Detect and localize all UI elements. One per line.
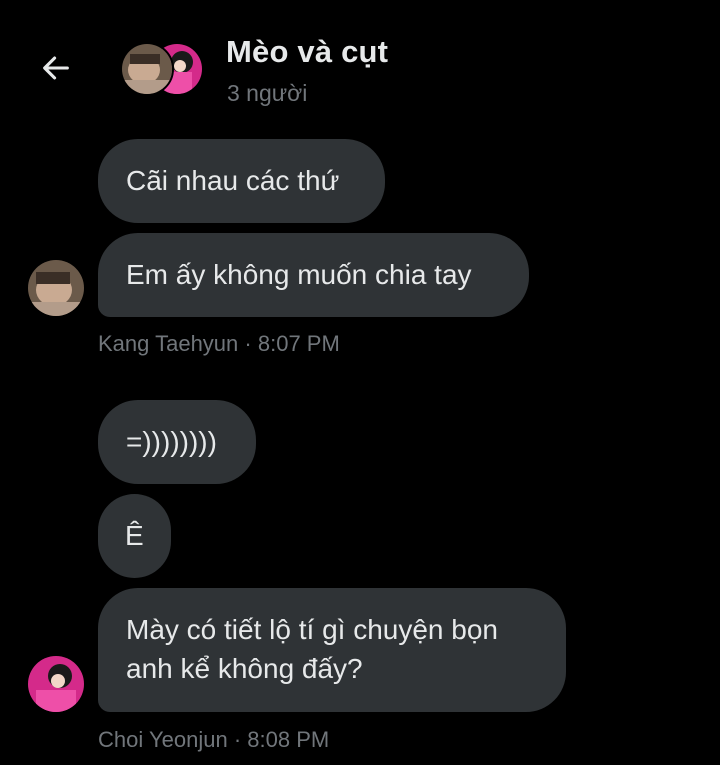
sender-name: Choi Yeonjun xyxy=(98,727,228,752)
message-bubble[interactable]: Em ấy không muốn chia tay xyxy=(98,233,529,317)
member-avatar-photo xyxy=(120,42,174,96)
group-avatar[interactable] xyxy=(120,42,204,96)
message-text: Mày có tiết lộ tí gì chuyện bọn anh kể k… xyxy=(126,614,498,684)
message-meta: Choi Yeonjun · 8:08 PM xyxy=(98,727,329,753)
message-bubble[interactable]: Ê xyxy=(98,494,171,578)
conversation-title[interactable]: Mèo và cụt xyxy=(226,34,388,70)
message-text: =)))))))) xyxy=(126,426,217,457)
message-bubble[interactable]: Mày có tiết lộ tí gì chuyện bọn anh kể k… xyxy=(98,588,566,712)
meta-separator: · xyxy=(233,727,242,752)
message-meta: Kang Taehyun · 8:07 PM xyxy=(98,331,340,357)
arrow-left-icon xyxy=(43,56,69,80)
message-bubble[interactable]: Cãi nhau các thứ xyxy=(98,139,385,223)
message-bubble[interactable]: =)))))))) xyxy=(98,400,256,484)
message-time: 8:07 PM xyxy=(257,331,340,356)
member-count: 3 người xyxy=(227,80,308,106)
back-button[interactable] xyxy=(34,48,78,88)
message-text: Cãi nhau các thứ xyxy=(126,165,340,196)
dm-conversation-screen: Mèo và cụt 3 người Cãi nhau các thứ Em ấ… xyxy=(0,0,720,765)
message-time: 8:08 PM xyxy=(247,727,330,752)
message-text: Ê xyxy=(125,520,144,551)
avatar-kang-taehyun[interactable] xyxy=(28,260,84,316)
sender-name: Kang Taehyun xyxy=(98,331,239,356)
meta-separator: · xyxy=(244,331,252,356)
message-text: Em ấy không muốn chia tay xyxy=(126,259,472,290)
avatar-choi-yeonjun[interactable] xyxy=(28,656,84,712)
